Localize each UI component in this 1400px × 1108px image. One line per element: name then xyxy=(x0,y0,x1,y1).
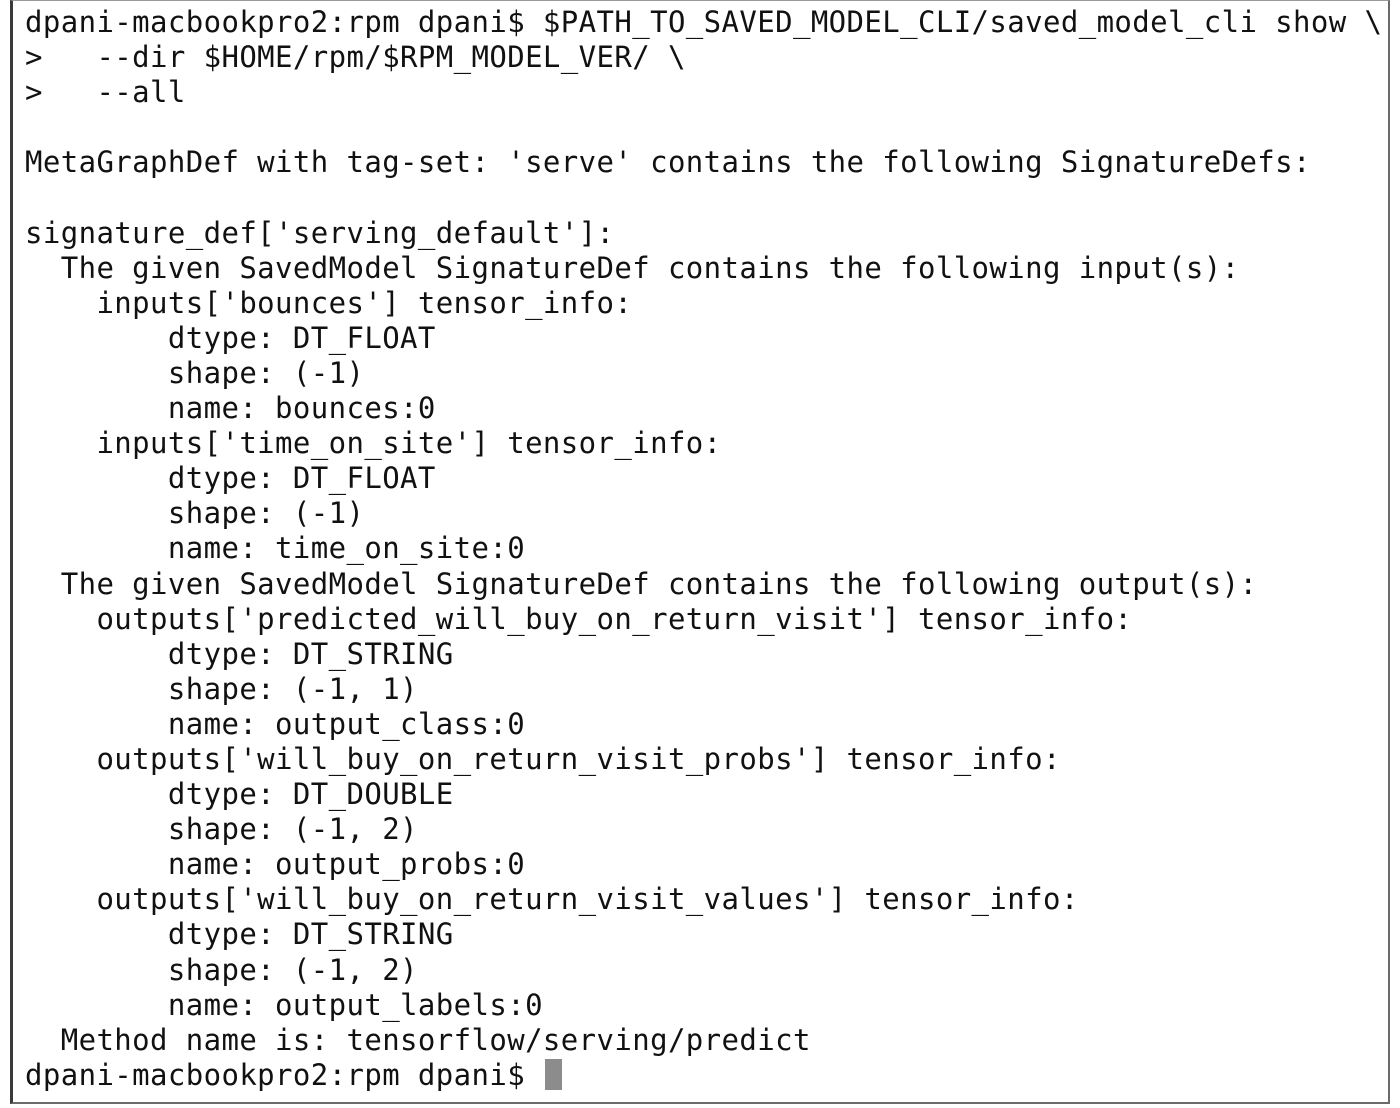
output-line: dtype: DT_STRING xyxy=(25,636,454,671)
output-line: inputs['bounces'] tensor_info: xyxy=(25,285,633,320)
output-line: dtype: DT_FLOAT xyxy=(25,320,436,355)
command-line: dpani-macbookpro2:rpm dpani$ $PATH_TO_SA… xyxy=(25,5,1383,39)
output-line: shape: (-1) xyxy=(25,355,365,390)
output-line: signature_def['serving_default']: xyxy=(25,215,615,250)
output-line: inputs['time_on_site'] tensor_info: xyxy=(25,426,722,461)
output-line: shape: (-1) xyxy=(25,496,365,531)
output-line: name: output_labels:0 xyxy=(25,987,543,1022)
command-continuation-line: > --all xyxy=(25,75,186,110)
text-cursor xyxy=(544,1058,562,1090)
output-line: name: time_on_site:0 xyxy=(25,531,526,566)
output-line: shape: (-1, 2) xyxy=(25,952,418,987)
output-line: dtype: DT_DOUBLE xyxy=(25,777,454,812)
shell-prompt: dpani-macbookpro2:rpm dpani$ xyxy=(25,1057,543,1092)
output-line: outputs['will_buy_on_return_visit_values… xyxy=(25,882,1079,917)
prompt-line[interactable]: dpani-macbookpro2:rpm dpani$ xyxy=(25,1058,1382,1093)
output-line: dtype: DT_FLOAT xyxy=(25,461,436,496)
output-line: shape: (-1, 1) xyxy=(25,671,418,706)
output-line: name: output_probs:0 xyxy=(25,847,526,882)
output-line: MetaGraphDef with tag-set: 'serve' conta… xyxy=(25,145,1311,180)
output-line: outputs['predicted_will_buy_on_return_vi… xyxy=(25,601,1133,636)
output-line: name: bounces:0 xyxy=(25,391,436,426)
output-line: shape: (-1, 2) xyxy=(25,812,418,847)
command-continuation-line: > --dir $HOME/rpm/$RPM_MODEL_VER/ \ xyxy=(25,40,686,75)
output-line: name: output_class:0 xyxy=(25,706,526,741)
output-line: The given SavedModel SignatureDef contai… xyxy=(25,250,1240,285)
output-line: The given SavedModel SignatureDef contai… xyxy=(25,566,1258,601)
output-line: dtype: DT_STRING xyxy=(25,917,454,952)
terminal-output: dpani-macbookpro2:rpm dpani$ $PATH_TO_SA… xyxy=(25,5,1382,1093)
output-line: Method name is: tensorflow/serving/predi… xyxy=(25,1022,811,1057)
output-line: outputs['will_buy_on_return_visit_probs'… xyxy=(25,741,1061,776)
terminal-window[interactable]: dpani-macbookpro2:rpm dpani$ $PATH_TO_SA… xyxy=(10,0,1390,1104)
